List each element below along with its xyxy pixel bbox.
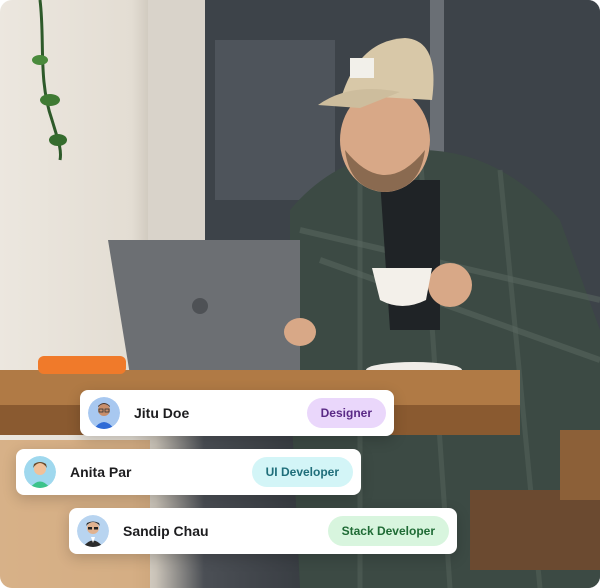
- member-name: Anita Par: [70, 464, 132, 480]
- avatar-anita-icon: [24, 456, 56, 488]
- avatar-jitu-icon: [88, 397, 120, 429]
- cafe-photo-illustration: [0, 0, 600, 588]
- role-badge: UI Developer: [251, 457, 353, 487]
- team-member-card-sandip[interactable]: Sandip Chau Stack Developer: [69, 508, 457, 554]
- member-name: Sandip Chau: [123, 523, 209, 539]
- avatar-sandip-icon: [77, 515, 109, 547]
- hero-photo: Jitu Doe Designer Anita Par UI Developer: [0, 0, 600, 588]
- team-member-card-anita[interactable]: Anita Par UI Developer: [16, 449, 361, 495]
- member-name: Jitu Doe: [134, 405, 190, 421]
- role-badge: Designer: [306, 398, 386, 428]
- avatar: [88, 397, 120, 429]
- avatar: [24, 456, 56, 488]
- avatar: [77, 515, 109, 547]
- team-member-card-jitu[interactable]: Jitu Doe Designer: [80, 390, 394, 436]
- role-badge: Stack Developer: [327, 516, 449, 546]
